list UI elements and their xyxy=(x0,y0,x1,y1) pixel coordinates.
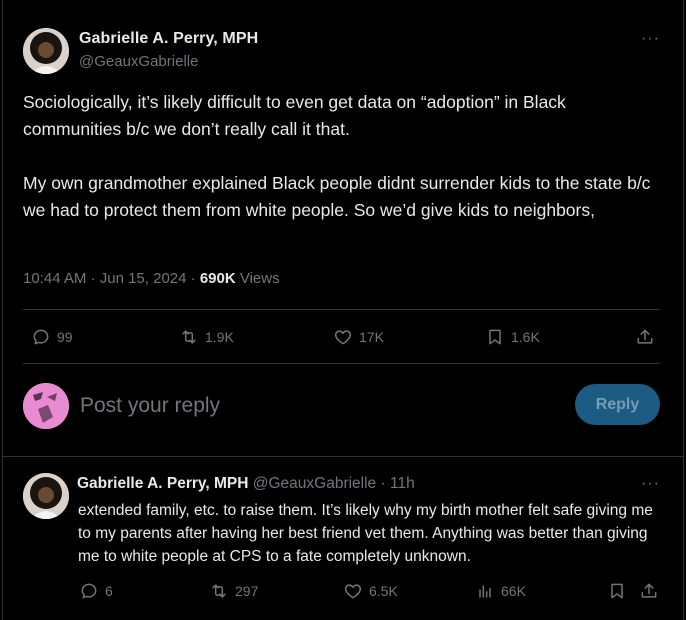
reply-count: 99 xyxy=(57,329,73,345)
bookmark-count: 1.6K xyxy=(511,329,540,345)
retweet-icon xyxy=(182,330,196,344)
author-name[interactable]: Gabrielle A. Perry, MPH xyxy=(77,475,248,492)
reply-input[interactable]: Post your reply xyxy=(80,390,550,422)
reply-header: Gabrielle A. Perry, MPH @GeauxGabrielle … xyxy=(77,475,415,493)
tweet-meta: 10:44 AM · Jun 15, 2024 · 690K Views xyxy=(23,270,280,287)
heart-icon xyxy=(344,584,362,599)
views-count: 690K xyxy=(199,270,236,287)
tweet-text: extended family, etc. to raise them. It’… xyxy=(78,502,653,565)
meta-separator: · xyxy=(90,270,100,287)
retweet-action[interactable]: 297 xyxy=(209,581,258,601)
share-icon xyxy=(637,329,653,344)
share-action[interactable] xyxy=(639,581,659,601)
more-options-icon[interactable]: ··· xyxy=(641,475,660,493)
retweet-action[interactable]: 1.9K xyxy=(179,327,234,347)
like-action[interactable]: 6.5K xyxy=(343,581,398,601)
divider xyxy=(23,309,660,310)
heart-icon xyxy=(334,330,352,345)
author-avatar[interactable] xyxy=(23,473,69,519)
bookmark-action[interactable] xyxy=(607,581,627,601)
bookmark-icon xyxy=(611,583,623,599)
time-ago[interactable]: 11h xyxy=(390,475,415,492)
analytics-icon xyxy=(479,585,491,598)
retweet-count: 297 xyxy=(235,583,259,599)
like-action[interactable]: 17K xyxy=(333,327,384,347)
main-tweet: Gabrielle A. Perry, MPH @GeauxGabrielle … xyxy=(3,0,683,457)
like-count: 6.5K xyxy=(369,583,398,599)
tweet-time[interactable]: 10:44 AM xyxy=(23,270,86,287)
reply-action[interactable]: 6 xyxy=(79,581,113,601)
retweet-count: 1.9K xyxy=(205,329,234,345)
author-name[interactable]: Gabrielle A. Perry, MPH xyxy=(79,30,258,48)
timeline-frame: Gabrielle A. Perry, MPH @GeauxGabrielle … xyxy=(2,0,684,620)
current-user-avatar[interactable] xyxy=(23,383,69,429)
author-handle[interactable]: @GeauxGabrielle xyxy=(79,53,198,70)
reply-count: 6 xyxy=(105,583,113,599)
like-count: 17K xyxy=(359,329,384,345)
author-avatar[interactable] xyxy=(23,28,69,74)
reply-icon xyxy=(81,583,97,599)
views-label: Views xyxy=(239,270,280,287)
author-handle[interactable]: @GeauxGabrielle xyxy=(253,475,376,492)
meta-separator: · xyxy=(190,270,200,287)
reply-action[interactable]: 99 xyxy=(31,327,73,347)
header-separator: · xyxy=(380,475,386,492)
retweet-icon xyxy=(212,584,226,598)
reply-icon xyxy=(33,329,49,345)
more-options-icon[interactable]: ··· xyxy=(641,30,660,48)
share-action[interactable] xyxy=(635,327,655,347)
views-count: 66K xyxy=(501,583,526,599)
views-action[interactable]: 66K xyxy=(475,581,526,601)
bookmark-action[interactable]: 1.6K xyxy=(485,327,540,347)
share-icon xyxy=(641,583,657,598)
divider xyxy=(23,363,660,364)
tweet-date[interactable]: Jun 15, 2024 xyxy=(100,270,187,287)
reply-button[interactable]: Reply xyxy=(575,384,660,425)
bookmark-icon xyxy=(489,329,501,345)
tweet-text: Sociologically, it’s likely difficult to… xyxy=(23,92,651,220)
